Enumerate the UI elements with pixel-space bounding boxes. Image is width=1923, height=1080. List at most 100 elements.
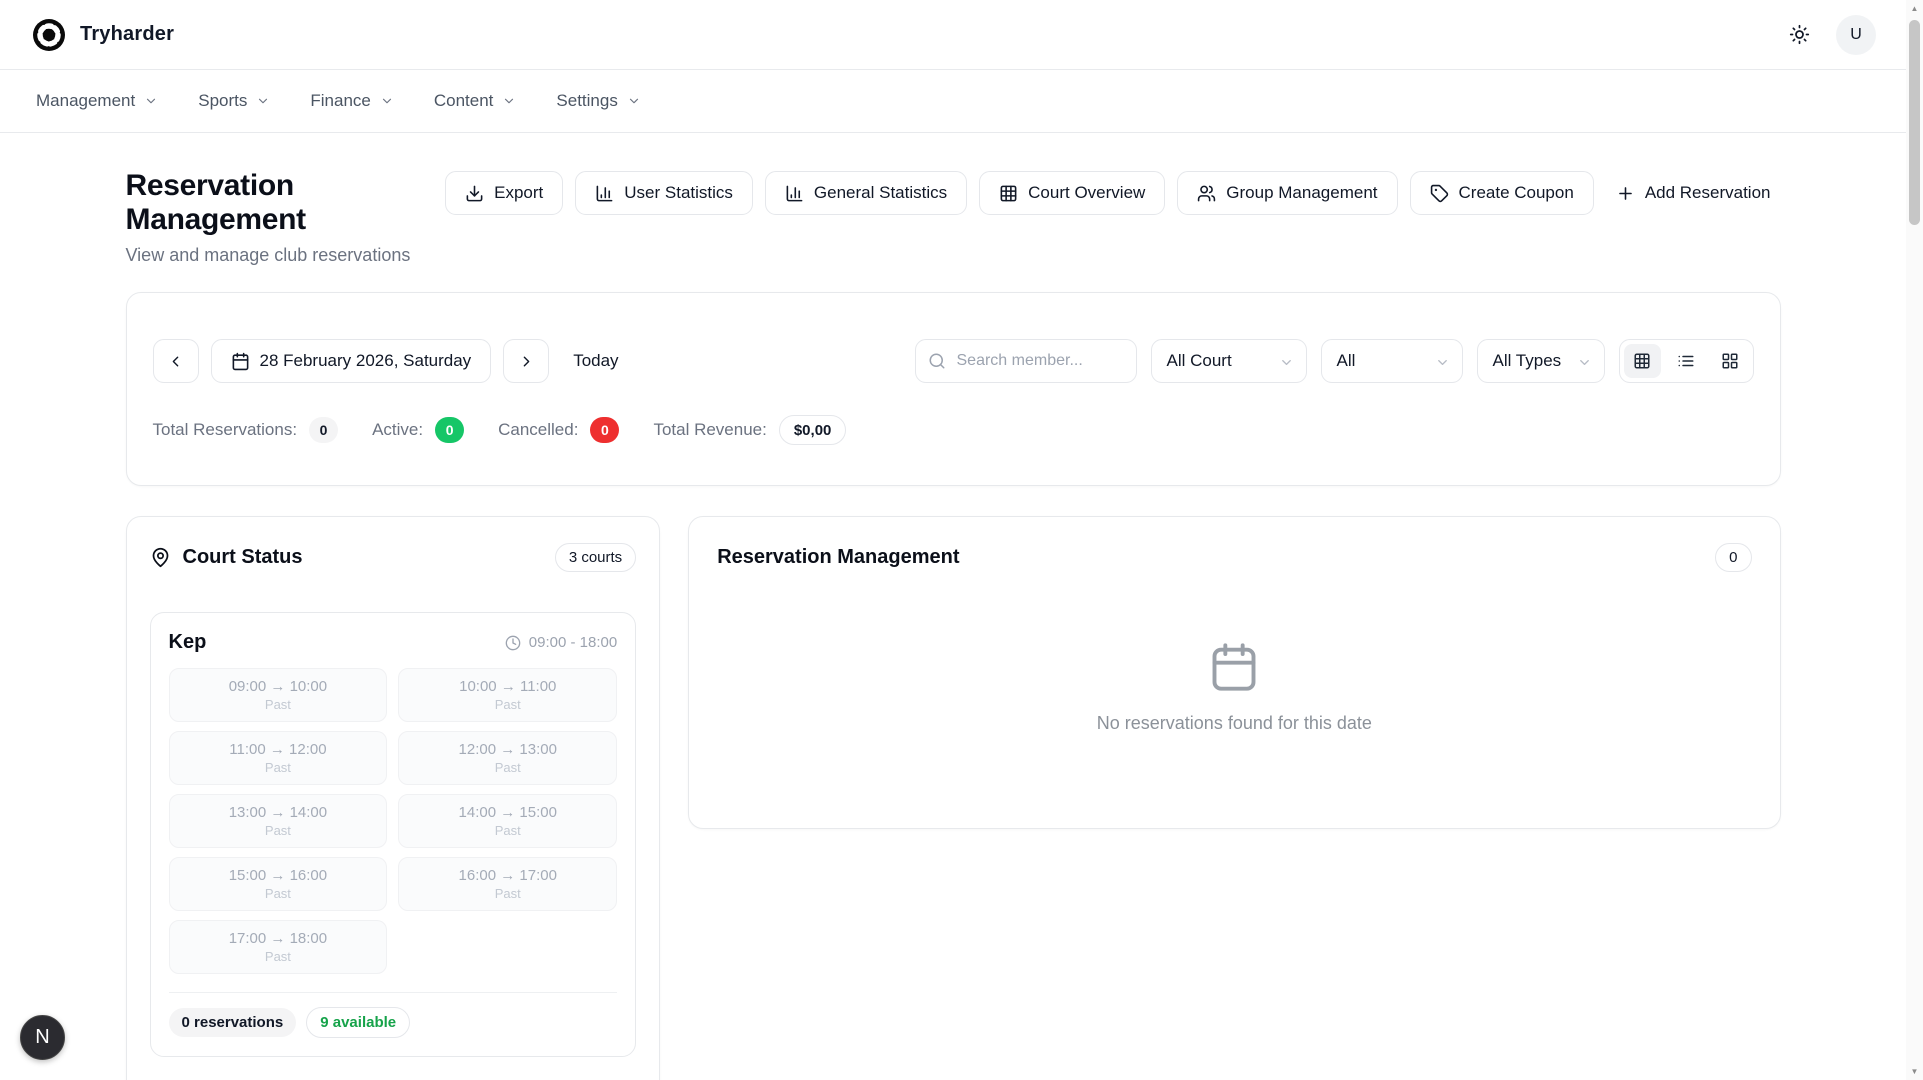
selected-date-label: 28 February 2026, Saturday: [260, 351, 472, 371]
button-label: Create Coupon: [1459, 183, 1574, 203]
nav-label: Settings: [556, 91, 617, 111]
chevron-down-icon: [256, 94, 270, 108]
court-status-title: Court Status: [183, 546, 303, 569]
slot-status: Past: [495, 760, 521, 775]
export-button[interactable]: Export: [445, 171, 563, 215]
courts-count-badge: 3 courts: [555, 543, 636, 572]
dev-tools-floating-button[interactable]: N: [20, 1015, 65, 1060]
bar-chart-icon: [595, 184, 614, 203]
prev-day-button[interactable]: [153, 339, 199, 383]
main-nav: Management Sports Finance Content Settin…: [0, 70, 1906, 133]
time-slot[interactable]: 17:00 → 18:00 Past: [169, 920, 388, 974]
select-value: All Court: [1167, 351, 1232, 371]
time-slot[interactable]: 14:00 → 15:00Past: [398, 794, 617, 848]
court-footer: 0 reservations 9 available: [169, 992, 618, 1038]
card-view-button[interactable]: [1712, 344, 1749, 378]
top-header: Tryharder U: [0, 0, 1906, 70]
slot-time: 11:00 → 12:00: [229, 741, 326, 758]
download-icon: [465, 184, 484, 203]
time-slot[interactable]: 10:00 → 11:00Past: [398, 668, 617, 722]
time-slot[interactable]: 15:00 → 16:00Past: [169, 857, 388, 911]
slot-time: 12:00 → 13:00: [459, 741, 557, 758]
nav-item-sports[interactable]: Sports: [198, 91, 270, 111]
court-name: Kep: [169, 631, 207, 654]
scrollbar-up-arrow[interactable]: ▲: [1906, 0, 1923, 17]
court-overview-button[interactable]: Court Overview: [979, 171, 1165, 215]
list-view-icon: [1677, 352, 1695, 370]
time-slot[interactable]: 12:00 → 13:00 Past: [398, 731, 617, 785]
scrollbar-down-arrow[interactable]: ▼: [1906, 1063, 1923, 1080]
chevron-down-icon: [1435, 355, 1450, 370]
date-picker-button[interactable]: 28 February 2026, Saturday: [211, 339, 492, 383]
nav-item-content[interactable]: Content: [434, 91, 517, 111]
chevron-down-icon: [627, 94, 641, 108]
chevron-down-icon: [144, 94, 158, 108]
group-management-button[interactable]: Group Management: [1177, 171, 1397, 215]
bar-chart-icon: [785, 184, 804, 203]
nav-item-management[interactable]: Management: [36, 91, 158, 111]
stat-value-badge: $0,00: [779, 415, 847, 445]
court-hours-label: 09:00 - 18:00: [529, 634, 617, 651]
nav-item-settings[interactable]: Settings: [556, 91, 640, 111]
add-reservation-button[interactable]: Add Reservation: [1606, 171, 1781, 215]
vertical-scrollbar[interactable]: ▲ ▼: [1906, 0, 1923, 1080]
court-filter-select[interactable]: All Court: [1151, 339, 1307, 383]
brand[interactable]: Tryharder: [32, 18, 174, 52]
search-icon: [928, 352, 946, 370]
slot-time: 09:00 → 10:00: [229, 678, 327, 695]
scrollbar-thumb[interactable]: [1909, 20, 1920, 225]
reservations-count-badge: 0: [1715, 543, 1751, 572]
theme-toggle-button[interactable]: [1789, 24, 1810, 45]
layout-grid-icon: [1721, 352, 1739, 370]
calendar-icon: [231, 352, 250, 371]
empty-state-message: No reservations found for this date: [1097, 713, 1372, 734]
slot-status: Past: [265, 886, 291, 901]
calendar-icon: [1208, 641, 1260, 693]
reservations-panel-title: Reservation Management: [717, 546, 959, 569]
time-slot[interactable]: 16:00 → 17:00Past: [398, 857, 617, 911]
stat-label: Cancelled:: [498, 420, 578, 440]
slot-status: Past: [265, 949, 291, 964]
slot-status: Past: [495, 823, 521, 838]
next-day-button[interactable]: [503, 339, 549, 383]
search-member-input[interactable]: [915, 339, 1137, 383]
topbar-right: U: [1789, 15, 1876, 55]
status-filter-select[interactable]: All: [1321, 339, 1463, 383]
user-statistics-button[interactable]: User Statistics: [575, 171, 753, 215]
button-label: General Statistics: [814, 183, 947, 203]
stat-cancelled: Cancelled: 0: [498, 417, 619, 443]
toolbar-row: 28 February 2026, Saturday Today All Cou…: [153, 339, 1754, 383]
toolbar-card: 28 February 2026, Saturday Today All Cou…: [126, 292, 1781, 486]
list-view-button[interactable]: [1668, 344, 1705, 378]
time-slot[interactable]: 09:00 → 10:00Past: [169, 668, 388, 722]
slot-status: Past: [265, 823, 291, 838]
nav-label: Content: [434, 91, 494, 111]
court-status-header: Court Status 3 courts: [150, 543, 637, 572]
stat-value-badge: 0: [435, 417, 464, 443]
grid-view-icon: [1633, 352, 1651, 370]
slot-time: 17:00 → 18:00: [229, 930, 327, 947]
reservations-panel-header: Reservation Management 0: [717, 543, 1751, 572]
chevron-down-icon: [380, 94, 394, 108]
type-filter-select[interactable]: All Types: [1477, 339, 1605, 383]
stat-value-badge: 0: [309, 417, 338, 443]
grid-view-button[interactable]: [1624, 344, 1661, 378]
create-coupon-button[interactable]: Create Coupon: [1410, 171, 1594, 215]
general-statistics-button[interactable]: General Statistics: [765, 171, 967, 215]
page-title: Reservation Management: [126, 169, 446, 237]
users-icon: [1197, 184, 1216, 203]
stat-total-reservations: Total Reservations: 0: [153, 417, 339, 443]
user-avatar[interactable]: U: [1836, 15, 1876, 55]
plus-icon: [1616, 184, 1635, 203]
time-slot[interactable]: 11:00 → 12:00 Past: [169, 731, 388, 785]
tag-icon: [1430, 184, 1449, 203]
page-actions: Export User Statistics General Statistic…: [445, 171, 1780, 215]
time-slot[interactable]: 13:00 → 14:00Past: [169, 794, 388, 848]
page-header: Reservation Management View and manage c…: [126, 169, 1781, 266]
button-label: Export: [494, 183, 543, 203]
today-button[interactable]: Today: [573, 351, 618, 371]
nav-item-finance[interactable]: Finance: [310, 91, 393, 111]
slot-status: Past: [265, 760, 291, 775]
chevron-down-icon: [502, 94, 516, 108]
court-status-title-group: Court Status: [150, 546, 303, 569]
